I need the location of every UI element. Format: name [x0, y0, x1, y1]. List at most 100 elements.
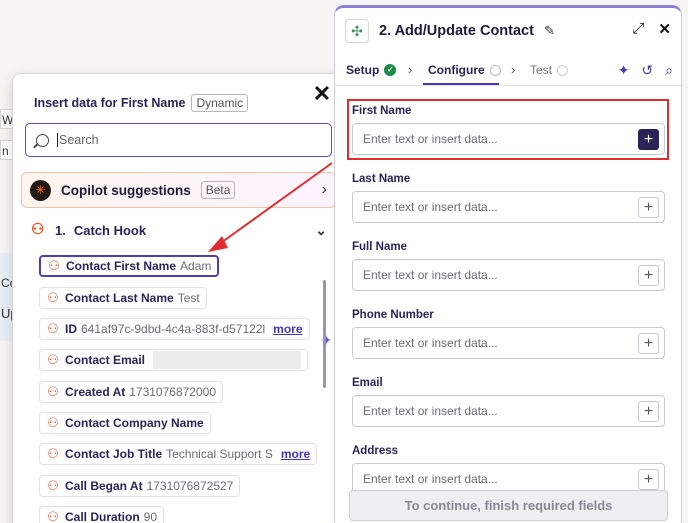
copilot-logo-icon: ✳ [30, 179, 51, 201]
step-name: Catch Hook [73, 222, 147, 238]
field-address: Address Enter text or insert data... + [352, 445, 665, 495]
webhook-icon: ⚇ [31, 221, 45, 238]
email-input[interactable]: Enter text or insert data... + [352, 395, 665, 427]
item-value: Adam [180, 259, 212, 273]
item-value: 90 [143, 510, 158, 523]
tab-test-label: Test [530, 63, 553, 77]
data-item-contact-company-name[interactable]: ⚇ Contact Company Name [39, 412, 211, 434]
search-placeholder: Search [57, 133, 99, 147]
data-item-id[interactable]: ⚇ ID 641af97c-9dbd-4c4a-883f-d57122l mor… [39, 318, 310, 340]
data-item-contact-last-name[interactable]: ⚇ Contact Last Name Test [39, 287, 207, 309]
input-placeholder: Enter text or insert data... [363, 200, 498, 214]
input-placeholder: Enter text or insert data... [363, 268, 498, 282]
insert-data-button[interactable]: + [638, 469, 659, 490]
incomplete-circle-icon [489, 64, 501, 76]
insert-data-button[interactable]: + [638, 197, 659, 218]
tab-configure-label: Configure [428, 63, 485, 77]
item-name: Contact Last Name [65, 291, 174, 305]
panel-header: ✣ 2. Add/Update Contact ✎ [345, 19, 555, 43]
active-tab-indicator [423, 83, 499, 85]
webhook-icon: ⚇ [47, 290, 59, 305]
data-item-created-at[interactable]: ⚇ Created At 1731076872000 [39, 381, 223, 403]
field-phone-number: Phone Number Enter text or insert data..… [352, 309, 665, 359]
field-label: First Name [352, 105, 412, 117]
data-item-contact-first-name[interactable]: ⚇ Contact First Name Adam [39, 255, 220, 277]
input-placeholder: Enter text or insert data... [363, 404, 498, 418]
insert-data-button[interactable]: + [638, 129, 659, 150]
tab-setup-label: Setup [346, 63, 380, 77]
chevron-down-icon: ⌄ [315, 221, 327, 238]
item-name: Contact Company Name [65, 416, 204, 430]
refresh-icon[interactable]: ↺ [641, 62, 653, 79]
tab-configure[interactable]: Configure [428, 63, 501, 77]
item-value: 641af97c-9dbd-4c4a-883f-d57122l [81, 322, 266, 336]
data-item-contact-job-title[interactable]: ⚇ Contact Job Title Technical Support S … [39, 443, 318, 465]
input-placeholder: Enter text or insert data... [363, 336, 498, 350]
field-label: Full Name [352, 241, 407, 253]
copilot-suggestions-button[interactable]: ✳ Copilot suggestions Beta › [21, 172, 336, 208]
item-name: Contact Email [65, 353, 146, 367]
item-value: Test [177, 291, 200, 305]
sparkle-icon[interactable]: ✦ [618, 62, 630, 79]
data-item-contact-email[interactable]: ⚇ Contact Email [39, 349, 309, 371]
webhook-icon: ⚇ [47, 509, 59, 523]
header-actions: ⤢ ✕ [632, 20, 671, 38]
pencil-icon[interactable]: ✎ [544, 23, 555, 39]
field-label: Email [352, 377, 383, 389]
popup-title-text: Insert data for First Name [34, 96, 186, 110]
search-icon[interactable]: ⌕ [665, 62, 673, 79]
item-name: ID [65, 322, 77, 336]
more-link[interactable]: more [273, 322, 302, 336]
copilot-label: Copilot suggestions [61, 182, 191, 198]
chevron-right-icon: › [511, 62, 516, 77]
data-item-call-began-at[interactable]: ⚇ Call Began At 1731076872527 [39, 475, 241, 497]
expand-icon[interactable]: ⤢ [632, 20, 644, 38]
tab-setup[interactable]: Setup ✓ [346, 63, 397, 77]
item-value: 1731076872000 [129, 385, 216, 399]
webhook-icon: ⚇ [47, 446, 59, 461]
search-icon [36, 133, 49, 147]
scrollbar[interactable] [323, 280, 326, 388]
item-value: Technical Support S [166, 447, 273, 461]
insert-data-popup: Insert data for First Name Dynamic ✕ Sea… [12, 73, 344, 523]
step-tabs: Setup ✓ › Configure › Test ✦ ↺ ⌕ [335, 56, 681, 86]
field-last-name: Last Name Enter text or insert data... + [352, 173, 665, 223]
input-placeholder: Enter text or insert data... [363, 132, 498, 146]
item-name: Contact Job Title [65, 447, 163, 461]
item-name: Call Began At [65, 479, 143, 493]
first-name-input[interactable]: Enter text or insert data... + [352, 123, 665, 155]
step-catch-hook-header[interactable]: ⚇ 1. Catch Hook ⌄ [31, 222, 327, 238]
close-icon[interactable]: ✕ [311, 83, 333, 106]
clock-icon [557, 64, 569, 76]
full-name-input[interactable]: Enter text or insert data... + [352, 259, 665, 291]
close-icon[interactable]: ✕ [658, 20, 671, 38]
redacted-value [153, 351, 302, 369]
insert-data-button[interactable]: + [638, 265, 659, 286]
insert-data-button[interactable]: + [638, 333, 659, 354]
continue-button[interactable]: To continue, finish required fields [349, 490, 668, 521]
popup-title: Insert data for First Name Dynamic [34, 94, 249, 112]
field-first-name: First Name Enter text or insert data... … [352, 105, 665, 155]
last-name-input[interactable]: Enter text or insert data... + [352, 191, 665, 223]
webhook-icon: ⚇ [47, 478, 59, 493]
chevron-right-icon: › [408, 62, 413, 77]
data-item-call-duration[interactable]: ⚇ Call Duration 90 [39, 506, 165, 523]
webhook-icon: ⚇ [47, 321, 59, 336]
field-label: Address [352, 445, 399, 457]
field-full-name: Full Name Enter text or insert data... + [352, 241, 665, 291]
field-label: Last Name [352, 173, 411, 185]
tab-actions: ✦ ↺ ⌕ [618, 62, 673, 79]
webhook-icon: ⚇ [47, 352, 59, 367]
field-email: Email Enter text or insert data... + [352, 377, 665, 427]
input-placeholder: Enter text or insert data... [363, 472, 498, 486]
more-link[interactable]: more [281, 447, 310, 461]
item-name: Call Duration [65, 510, 140, 523]
insert-data-button[interactable]: + [638, 401, 659, 422]
webhook-icon: ⚇ [47, 415, 59, 430]
field-label: Phone Number [352, 309, 434, 321]
item-name: Contact First Name [66, 259, 177, 273]
tab-test[interactable]: Test [530, 63, 569, 77]
phone-number-input[interactable]: Enter text or insert data... + [352, 327, 665, 359]
item-name: Created At [65, 385, 126, 399]
search-input[interactable]: Search [25, 123, 332, 157]
